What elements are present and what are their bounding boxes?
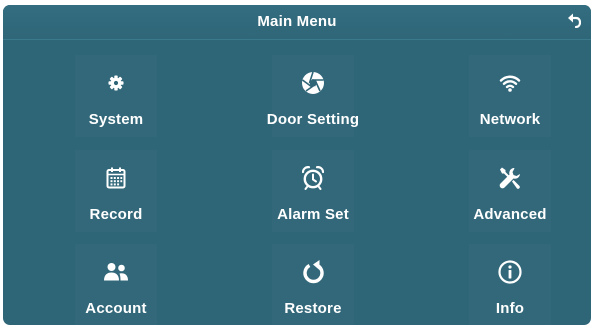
menu-item-label: Record xyxy=(89,206,143,223)
menu-item-door-setting[interactable]: Door Setting xyxy=(215,49,411,144)
menu-item-network[interactable]: Network xyxy=(412,49,591,144)
calendar-icon xyxy=(102,164,130,192)
back-arrow-icon xyxy=(567,12,582,33)
menu-item-alarm-set[interactable]: Alarm Set xyxy=(215,144,411,239)
menu-item-label: Info xyxy=(495,300,525,317)
menu-item-label: Account xyxy=(85,300,147,317)
menu-item-system[interactable]: System xyxy=(18,49,214,144)
menu-item-advanced[interactable]: Advanced xyxy=(412,144,591,239)
menu-item-label: Restore xyxy=(284,300,342,317)
back-button[interactable] xyxy=(563,11,585,33)
main-menu-screen: Main Menu System Door Setting Network Re… xyxy=(3,5,591,325)
header-bar: Main Menu xyxy=(3,5,591,40)
page-title: Main Menu xyxy=(257,13,337,30)
gear-icon xyxy=(102,69,130,97)
menu-item-label: System xyxy=(88,111,144,128)
menu-item-label: Advanced xyxy=(473,206,547,223)
restore-icon xyxy=(299,258,327,286)
menu-item-account[interactable]: Account xyxy=(18,238,214,325)
menu-item-record[interactable]: Record xyxy=(18,144,214,239)
alarm-clock-icon xyxy=(299,164,327,192)
users-icon xyxy=(102,258,130,286)
menu-item-label: Door Setting xyxy=(266,111,360,128)
info-icon xyxy=(496,258,524,286)
menu-item-info[interactable]: Info xyxy=(412,238,591,325)
wifi-icon xyxy=(496,69,524,97)
menu-item-restore[interactable]: Restore xyxy=(215,238,411,325)
menu-grid: System Door Setting Network Record Alarm… xyxy=(3,39,591,325)
menu-item-label: Alarm Set xyxy=(277,206,349,223)
menu-item-label: Network xyxy=(479,111,541,128)
aperture-icon xyxy=(299,69,327,97)
tools-icon xyxy=(496,164,524,192)
